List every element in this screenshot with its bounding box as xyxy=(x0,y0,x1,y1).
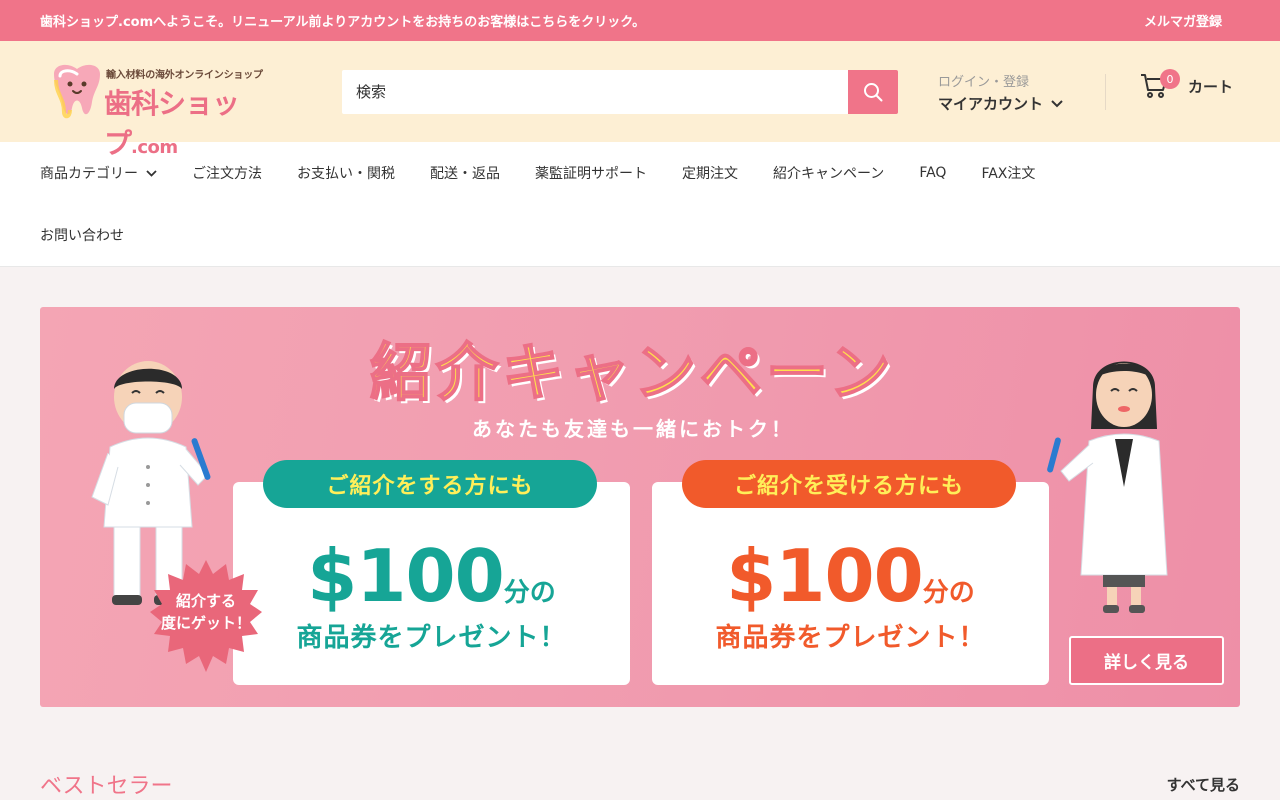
referee-offer-card: ご紹介を受ける方にも $100分の 商品券をプレゼント！ xyxy=(652,460,1049,685)
referrer-amount: $100分の xyxy=(233,534,630,618)
chevron-down-icon xyxy=(1051,99,1063,107)
nav-item-referral[interactable]: 紹介キャンペーン xyxy=(773,163,884,183)
nav-item-import-certificate[interactable]: 薬監証明サポート xyxy=(535,163,647,183)
cart-label: カート xyxy=(1188,77,1234,96)
logo-tagline: 輸入材料の海外オンラインショップ xyxy=(106,69,263,81)
see-all-link[interactable]: すべて見る xyxy=(1167,774,1240,795)
referrer-gift-text: 商品券をプレゼント！ xyxy=(296,623,567,653)
search-input[interactable] xyxy=(342,70,848,114)
cart-button[interactable]: 0 カート xyxy=(1140,69,1234,99)
referee-pill: ご紹介を受ける方にも xyxy=(682,460,1016,508)
my-account-label: マイアカウント xyxy=(938,95,1044,113)
my-account-dropdown[interactable]: マイアカウント xyxy=(938,93,1063,114)
referee-amount-unit: 分の xyxy=(922,578,975,608)
banner-title: 紹介キャンペーン xyxy=(369,335,895,410)
referrer-amount-value: $100 xyxy=(307,534,504,618)
starburst-text: 紹介する 度にゲット！ xyxy=(150,590,262,634)
nav-item-how-to-order[interactable]: ご注文方法 xyxy=(192,163,262,183)
account-menu[interactable]: ログイン・登録 マイアカウント xyxy=(938,71,1063,114)
newsletter-link[interactable]: メルマガ登録 xyxy=(1144,11,1222,30)
logo-suffix: .com xyxy=(131,136,178,158)
best-sellers-title: ベストセラー xyxy=(40,774,173,799)
logo-name: 歯科ショップ.com xyxy=(104,82,300,162)
nav-item-categories[interactable]: 商品カテゴリー xyxy=(40,163,157,183)
site-header: 輸入材料の海外オンラインショップ 歯科ショップ.com ログイン・登録 マイアカ… xyxy=(0,41,1280,160)
nav-item-fax-order[interactable]: FAX注文 xyxy=(981,163,1035,183)
header-divider xyxy=(1105,74,1106,110)
site-logo[interactable]: 輸入材料の海外オンラインショップ 歯科ショップ.com xyxy=(40,60,300,160)
search-button[interactable] xyxy=(848,70,898,114)
starburst-line-2: 度にゲット！ xyxy=(160,614,251,632)
nav-item-subscription[interactable]: 定期注文 xyxy=(682,163,738,183)
referee-amount: $100分の xyxy=(652,534,1049,618)
nav-item-shipping[interactable]: 配送・返品 xyxy=(430,163,500,183)
referrer-amount-unit: 分の xyxy=(503,578,556,608)
nav-item-contact[interactable]: お問い合わせ xyxy=(40,225,124,245)
announcement-bar: 歯科ショップ.comへようこそ。リニューアル前よりアカウントをお持ちのお客様はこ… xyxy=(0,0,1280,41)
announcement-link[interactable]: 歯科ショップ.comへようこそ。リニューアル前よりアカウントをお持ちのお客様はこ… xyxy=(40,11,645,30)
details-button[interactable]: 詳しく見る xyxy=(1069,636,1224,685)
search-icon xyxy=(864,83,883,102)
chevron-down-icon xyxy=(146,169,157,177)
referral-campaign-banner[interactable]: 紹介キャンペーン あなたも友達も一緒におトク！ ご紹介をする方にも $100分の… xyxy=(40,307,1240,707)
nav-item-payment[interactable]: お支払い・関税 xyxy=(297,163,395,183)
referee-gift-text: 商品券をプレゼント！ xyxy=(715,623,986,653)
referrer-pill: ご紹介をする方にも xyxy=(263,460,597,508)
search-bar xyxy=(342,70,898,114)
nav-row-2: お問い合わせ xyxy=(40,204,1240,266)
referrer-offer-card: ご紹介をする方にも $100分の 商品券をプレゼント！ xyxy=(233,460,630,685)
referee-amount-value: $100 xyxy=(726,534,923,618)
nav-item-label: 商品カテゴリー xyxy=(40,166,138,182)
banner-subtitle: あなたも友達も一緒におトク！ xyxy=(472,417,794,441)
starburst-line-1: 紹介する xyxy=(175,592,236,610)
nav-item-faq[interactable]: FAQ xyxy=(919,165,946,181)
tooth-logo-icon xyxy=(54,64,100,118)
cart-count-badge: 0 xyxy=(1160,69,1180,89)
login-link[interactable]: ログイン・登録 xyxy=(938,71,1063,90)
hygienist-illustration xyxy=(1047,361,1168,613)
